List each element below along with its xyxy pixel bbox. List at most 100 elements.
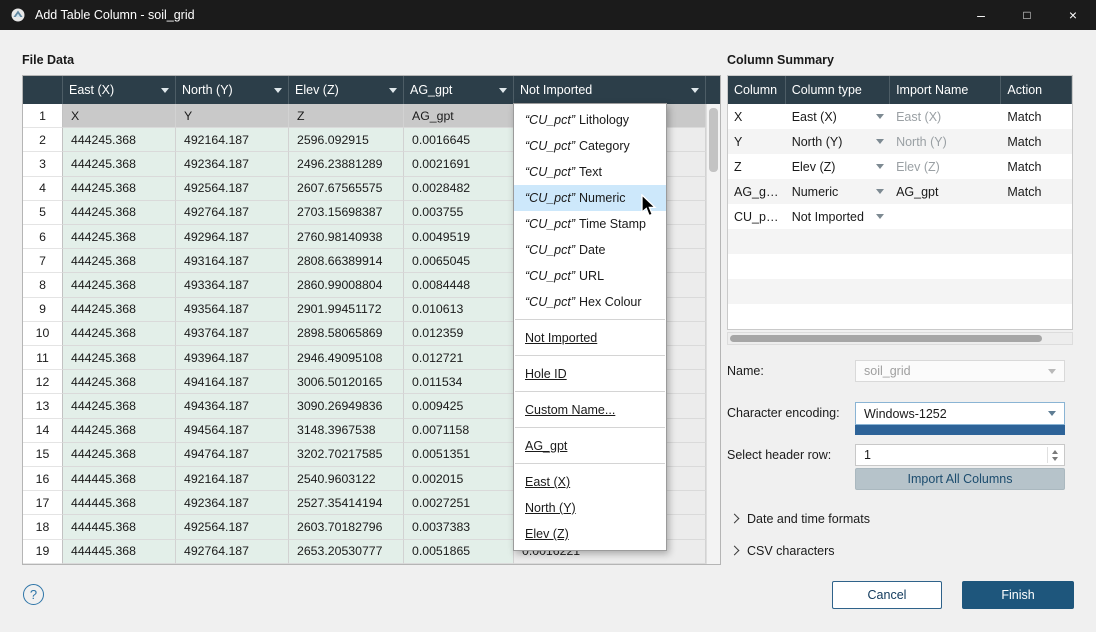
character-encoding-select[interactable]: Windows-1252: [855, 402, 1065, 425]
row-number: 4: [23, 177, 63, 201]
menu-item[interactable]: AG_gpt: [514, 433, 666, 459]
name-input[interactable]: soil_grid: [855, 360, 1065, 382]
summary-column-type-dropdown[interactable]: Not Imported: [786, 204, 890, 229]
summary-import-name: [890, 279, 1001, 304]
table-cell: 3006.50120165: [289, 370, 404, 394]
column-header-dropdown[interactable]: Not Imported: [514, 76, 706, 104]
chevron-right-icon: [730, 546, 740, 556]
menu-item-label: Numeric: [579, 191, 626, 205]
menu-separator: [515, 427, 665, 428]
finish-button[interactable]: Finish: [962, 581, 1074, 609]
table-cell: 444245.368: [63, 128, 176, 152]
summary-row: ZElev (Z)Elev (Z)Match: [728, 154, 1072, 179]
chevron-down-icon: [876, 114, 884, 119]
summary-row: XEast (X)East (X)Match: [728, 104, 1072, 129]
table-cell: 444245.368: [63, 273, 176, 297]
menu-item[interactable]: “CU_pct”Lithology: [514, 107, 666, 133]
column-header-dropdown[interactable]: AG_gpt: [404, 76, 514, 104]
table-cell: 3090.26949836: [289, 394, 404, 418]
summary-column-type-dropdown[interactable]: North (Y): [786, 129, 890, 154]
menu-item[interactable]: North (Y): [514, 495, 666, 521]
row-number-header: [23, 76, 63, 104]
menu-item[interactable]: Elev (Z): [514, 521, 666, 547]
column-header-label: Not Imported: [520, 83, 687, 97]
summary-action: Match: [1001, 129, 1072, 154]
row-number: 19: [23, 540, 63, 564]
menu-item[interactable]: East (X): [514, 469, 666, 495]
summary-column-name: [728, 254, 786, 279]
titlebar[interactable]: Add Table Column - soil_grid – □ ×: [0, 0, 1096, 30]
menu-item[interactable]: “CU_pct”Category: [514, 133, 666, 159]
menu-item[interactable]: Hole ID: [514, 361, 666, 387]
menu-item-prefix: “CU_pct”: [525, 243, 575, 257]
menu-separator: [515, 463, 665, 464]
table-cell: 444245.368: [63, 298, 176, 322]
import-all-columns-button[interactable]: Import All Columns: [855, 468, 1065, 490]
spin-up-icon[interactable]: [1052, 450, 1058, 454]
menu-item-label: Custom Name...: [525, 403, 615, 417]
date-time-formats-expander[interactable]: Date and time formats: [729, 510, 870, 527]
help-button[interactable]: ?: [23, 584, 44, 605]
table-cell: AG_gpt: [404, 104, 514, 128]
cancel-button[interactable]: Cancel: [832, 581, 942, 609]
table-cell: 492764.187: [176, 201, 289, 225]
summary-column-name: [728, 304, 786, 329]
menu-item[interactable]: “CU_pct”Hex Colour: [514, 289, 666, 315]
menu-item-prefix: “CU_pct”: [525, 113, 575, 127]
row-number: 7: [23, 249, 63, 273]
close-button[interactable]: ×: [1050, 0, 1096, 30]
menu-item[interactable]: Custom Name...: [514, 397, 666, 423]
summary-import-name: [890, 229, 1001, 254]
column-header-dropdown[interactable]: East (X): [63, 76, 176, 104]
column-header-dropdown[interactable]: Elev (Z): [289, 76, 404, 104]
table-cell: 444445.368: [63, 491, 176, 515]
menu-item-prefix: “CU_pct”: [525, 269, 575, 283]
column-header-dropdown[interactable]: North (Y): [176, 76, 289, 104]
row-number: 3: [23, 152, 63, 176]
menu-item[interactable]: “CU_pct”Date: [514, 237, 666, 263]
table-cell: 494364.187: [176, 394, 289, 418]
summary-row: YNorth (Y)North (Y)Match: [728, 129, 1072, 154]
table-cell: 3202.70217585: [289, 443, 404, 467]
table-cell: 444245.368: [63, 177, 176, 201]
table-cell: 0.0065045: [404, 249, 514, 273]
spin-down-icon[interactable]: [1052, 457, 1058, 461]
summary-column-type-dropdown[interactable]: Elev (Z): [786, 154, 890, 179]
summary-action: Match: [1001, 179, 1072, 204]
table-cell: 492764.187: [176, 540, 289, 564]
summary-column-type-dropdown[interactable]: Numeric: [786, 179, 890, 204]
summary-column-type-dropdown[interactable]: East (X): [786, 104, 890, 129]
summary-column-header: Import Name: [890, 76, 1001, 104]
menu-item[interactable]: Not Imported: [514, 325, 666, 351]
horizontal-scrollbar-thumb[interactable]: [730, 335, 1042, 342]
table-cell: 0.0084448: [404, 273, 514, 297]
maximize-button[interactable]: □: [1004, 0, 1050, 30]
column-type-value: Not Imported: [792, 210, 864, 224]
header-row-value: 1: [864, 448, 871, 462]
minimize-button[interactable]: –: [958, 0, 1004, 30]
summary-column-header: Column: [728, 76, 786, 104]
header-row-spinner[interactable]: 1: [855, 444, 1065, 466]
summary-column-type-dropdown: [786, 254, 890, 279]
spinner-buttons[interactable]: [1047, 447, 1062, 463]
table-cell: 493764.187: [176, 322, 289, 346]
summary-import-name: [890, 304, 1001, 329]
menu-item[interactable]: “CU_pct”URL: [514, 263, 666, 289]
table-cell: 3148.3967538: [289, 419, 404, 443]
table-cell: 444445.368: [63, 540, 176, 564]
vertical-scrollbar-thumb[interactable]: [709, 108, 718, 172]
table-cell: 0.0051865: [404, 540, 514, 564]
table-cell: 2808.66389914: [289, 249, 404, 273]
menu-item[interactable]: “CU_pct”Text: [514, 159, 666, 185]
table-cell: 444245.368: [63, 394, 176, 418]
table-cell: 2527.35414194: [289, 491, 404, 515]
row-number: 8: [23, 273, 63, 297]
csv-characters-expander[interactable]: CSV characters: [729, 542, 835, 559]
vertical-scrollbar[interactable]: [706, 104, 720, 564]
character-encoding-label: Character encoding:: [727, 402, 840, 424]
file-table-header-row: East (X) North (Y) Elev (Z)AG_gpt Not Impor…: [23, 76, 720, 104]
table-cell: 444245.368: [63, 249, 176, 273]
column-type-value: East (X): [792, 110, 837, 124]
horizontal-scrollbar[interactable]: [727, 332, 1073, 345]
column-header-label: North (Y): [182, 83, 270, 97]
